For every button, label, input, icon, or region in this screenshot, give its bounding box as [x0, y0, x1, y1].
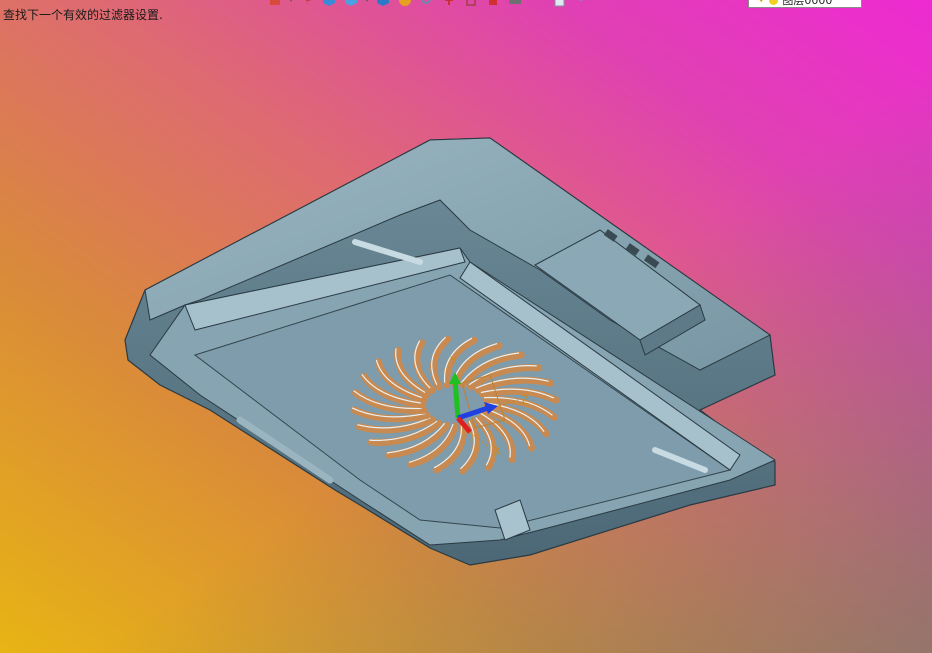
y-axis-icon — [452, 379, 461, 419]
z-axis-label: Z — [521, 392, 529, 407]
3d-viewport[interactable]: 查找下一个有效的过滤器设置. ▾ ▾ ✦ 图层0000 Z X Y — [0, 0, 932, 653]
laptop-stand-model[interactable]: Z X Y — [0, 0, 932, 653]
x-axis-label: X — [493, 444, 501, 458]
y-axis-label: Y — [450, 355, 458, 367]
